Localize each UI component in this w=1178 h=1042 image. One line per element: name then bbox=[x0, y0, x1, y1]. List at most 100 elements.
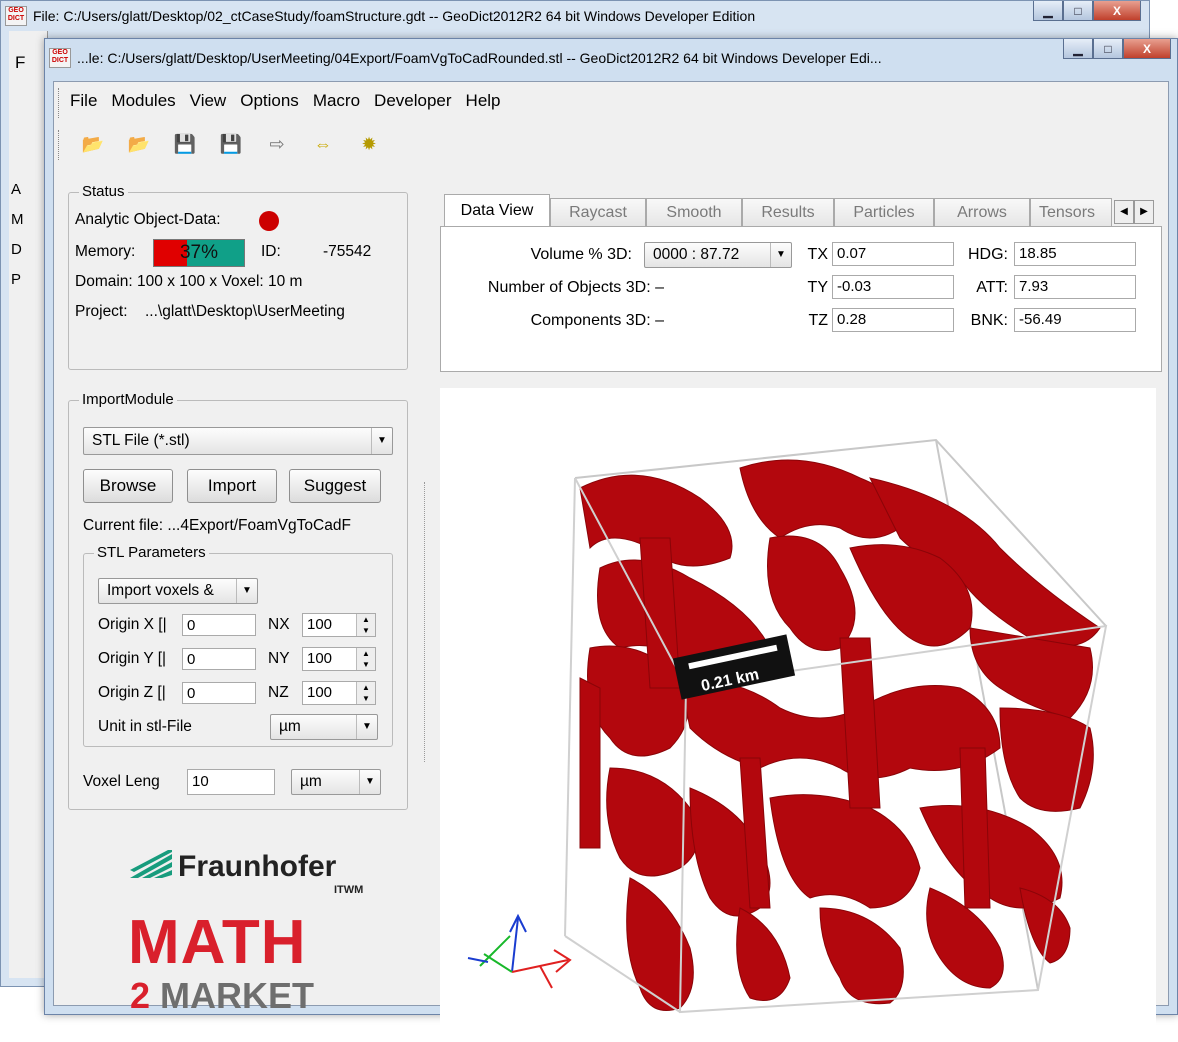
back-window-titlebar[interactable]: GEO DICT File: C:/Users/glatt/Desktop/02_… bbox=[1, 1, 981, 31]
back-window-client: F A M D P bbox=[9, 31, 48, 978]
filetype-select[interactable]: STL File (*.stl) ▼ bbox=[83, 427, 393, 455]
save-as-icon[interactable]: 💾 bbox=[218, 131, 244, 157]
fraunhofer-text: Fraunhofer bbox=[178, 850, 337, 883]
save-icon[interactable]: 💾 bbox=[172, 131, 198, 157]
origin-y-label: Origin Y [| bbox=[98, 650, 167, 667]
nz-stepper[interactable]: 100 ▲ ▼ bbox=[302, 681, 376, 705]
chevron-down-icon: ▼ bbox=[359, 770, 380, 794]
maximize-button[interactable]: □ bbox=[1093, 39, 1123, 59]
tab-results[interactable]: Results bbox=[742, 198, 834, 226]
menu-developer[interactable]: Developer bbox=[374, 91, 452, 111]
3d-viewport[interactable]: 0.21 km bbox=[440, 388, 1156, 1042]
tx-field[interactable]: 0.07 bbox=[832, 242, 954, 266]
menu-help[interactable]: Help bbox=[466, 91, 501, 111]
menu-options[interactable]: Options bbox=[240, 91, 299, 111]
origin-x-field[interactable]: 0 bbox=[182, 614, 256, 636]
browse-button[interactable]: Browse bbox=[83, 469, 173, 503]
number-of-objects-label: Number of Objects 3D: – bbox=[487, 279, 664, 296]
voxel-unit-select[interactable]: µm ▼ bbox=[291, 769, 381, 795]
minimize-button[interactable]: ▁ bbox=[1063, 39, 1093, 59]
tab-particles[interactable]: Particles bbox=[834, 198, 934, 226]
geodict-app-icon: GEO DICT bbox=[49, 48, 71, 68]
tz-label: TZ bbox=[808, 312, 828, 329]
maximize-button[interactable]: □ bbox=[1063, 1, 1093, 21]
nx-stepper[interactable]: 100 ▲ ▼ bbox=[302, 613, 376, 637]
status-group: Status Analytic Object-Data: Memory: 37%… bbox=[68, 183, 408, 370]
open-folder-alt-icon[interactable]: 📂 bbox=[126, 131, 152, 157]
import-mode-value: Import voxels & bbox=[107, 582, 214, 599]
import-module-group: ImportModule STL File (*.stl) ▼ Browse I… bbox=[68, 391, 408, 810]
tab-scroll-right-icon[interactable]: ▶ bbox=[1134, 200, 1154, 224]
volume-label: Volume % 3D: bbox=[530, 246, 632, 263]
back-side-letter: D bbox=[11, 241, 22, 258]
voxel-length-label: Voxel Leng bbox=[83, 773, 160, 790]
status-legend: Status bbox=[79, 183, 128, 200]
tz-field[interactable]: 0.28 bbox=[832, 308, 954, 332]
market-number: 2 bbox=[130, 975, 151, 1016]
menu-macro[interactable]: Macro bbox=[313, 91, 360, 111]
unit-value: µm bbox=[279, 718, 301, 735]
tab-data-view[interactable]: Data View bbox=[444, 194, 550, 226]
domain-info: Domain: 100 x 100 x Voxel: 10 m bbox=[75, 273, 303, 290]
back-menu-initial[interactable]: F bbox=[15, 53, 25, 73]
ty-field[interactable]: -0.03 bbox=[832, 275, 954, 299]
memory-bar: 37% bbox=[153, 239, 245, 267]
gear-icon[interactable]: ✹ bbox=[356, 131, 382, 157]
import-button[interactable]: Import bbox=[187, 469, 277, 503]
back-side-letter: A bbox=[11, 181, 22, 198]
main-client-area: File Modules View Options Macro Develope… bbox=[53, 81, 1169, 1042]
menu-file[interactable]: File bbox=[70, 91, 97, 111]
analytic-status-indicator bbox=[259, 211, 279, 231]
front-window-titlebar[interactable]: GEO DICT ...le: C:/Users/glatt/Desktop/Us… bbox=[45, 43, 1015, 73]
stepper-arrows-icon[interactable]: ▲ ▼ bbox=[356, 614, 375, 636]
tab-smooth[interactable]: Smooth bbox=[646, 198, 742, 226]
fraunhofer-logo: Fraunhofer ITWM bbox=[128, 844, 368, 904]
id-value: -75542 bbox=[323, 243, 372, 260]
arrow-right-icon[interactable]: ⇨ bbox=[264, 131, 290, 157]
unit-label: Unit in stl-File bbox=[98, 718, 192, 735]
close-button[interactable]: X bbox=[1123, 39, 1171, 59]
chevron-down-icon: ▼ bbox=[770, 243, 791, 267]
itwm-text: ITWM bbox=[334, 884, 364, 896]
tab-arrows[interactable]: Arrows bbox=[934, 198, 1030, 226]
ny-stepper[interactable]: 100 ▲ ▼ bbox=[302, 647, 376, 671]
volume-select[interactable]: 0000 : 87.72 ▼ bbox=[644, 242, 792, 268]
att-field[interactable]: 7.93 bbox=[1014, 275, 1136, 299]
suggest-button[interactable]: Suggest bbox=[289, 469, 381, 503]
close-button[interactable]: X bbox=[1093, 1, 1141, 21]
stepper-arrows-icon[interactable]: ▲ ▼ bbox=[356, 648, 375, 670]
arrows-both-icon[interactable]: ⇔ bbox=[310, 131, 336, 157]
market-logo: 2 MARKET bbox=[130, 976, 314, 1016]
unit-select[interactable]: µm ▼ bbox=[270, 714, 378, 740]
math-logo-text: MATH bbox=[128, 908, 307, 977]
filetype-value: STL File (*.stl) bbox=[92, 432, 190, 449]
tab-raycast[interactable]: Raycast bbox=[550, 198, 646, 226]
front-window-title: ...le: C:/Users/glatt/Desktop/UserMeetin… bbox=[77, 50, 882, 66]
minimize-button[interactable]: ▁ bbox=[1033, 1, 1063, 21]
bnk-label: BNK: bbox=[970, 312, 1008, 329]
tab-scroll-left-icon[interactable]: ◀ bbox=[1114, 200, 1134, 224]
menu-modules[interactable]: Modules bbox=[111, 91, 175, 111]
import-module-legend: ImportModule bbox=[79, 391, 177, 408]
tab-strip: Data View Raycast Smooth Results Particl… bbox=[440, 194, 1168, 226]
splitter-handle[interactable] bbox=[424, 482, 425, 762]
origin-z-field[interactable]: 0 bbox=[182, 682, 256, 704]
tx-label: TX bbox=[807, 246, 828, 263]
stepper-arrows-icon[interactable]: ▲ ▼ bbox=[356, 682, 375, 704]
bnk-field[interactable]: -56.49 bbox=[1014, 308, 1136, 332]
open-folder-icon[interactable]: 📂 bbox=[80, 131, 106, 157]
voxel-length-field[interactable]: 10 bbox=[187, 769, 275, 795]
import-mode-select[interactable]: Import voxels & ▼ bbox=[98, 578, 258, 604]
back-side-letter: M bbox=[11, 211, 24, 228]
id-label: ID: bbox=[261, 243, 281, 260]
tab-tensors[interactable]: Tensors bbox=[1030, 198, 1112, 226]
memory-percent: 37% bbox=[179, 242, 219, 263]
front-window[interactable]: GEO DICT ...le: C:/Users/glatt/Desktop/Us… bbox=[44, 38, 1178, 1042]
origin-y-field[interactable]: 0 bbox=[182, 648, 256, 670]
hdg-field[interactable]: 18.85 bbox=[1014, 242, 1136, 266]
foam-structure-render: 0.21 km bbox=[467, 438, 1108, 1014]
origin-z-label: Origin Z [| bbox=[98, 684, 166, 701]
menu-view[interactable]: View bbox=[190, 91, 227, 111]
nx-label: NX bbox=[268, 616, 290, 633]
chevron-down-icon: ▼ bbox=[236, 579, 257, 603]
